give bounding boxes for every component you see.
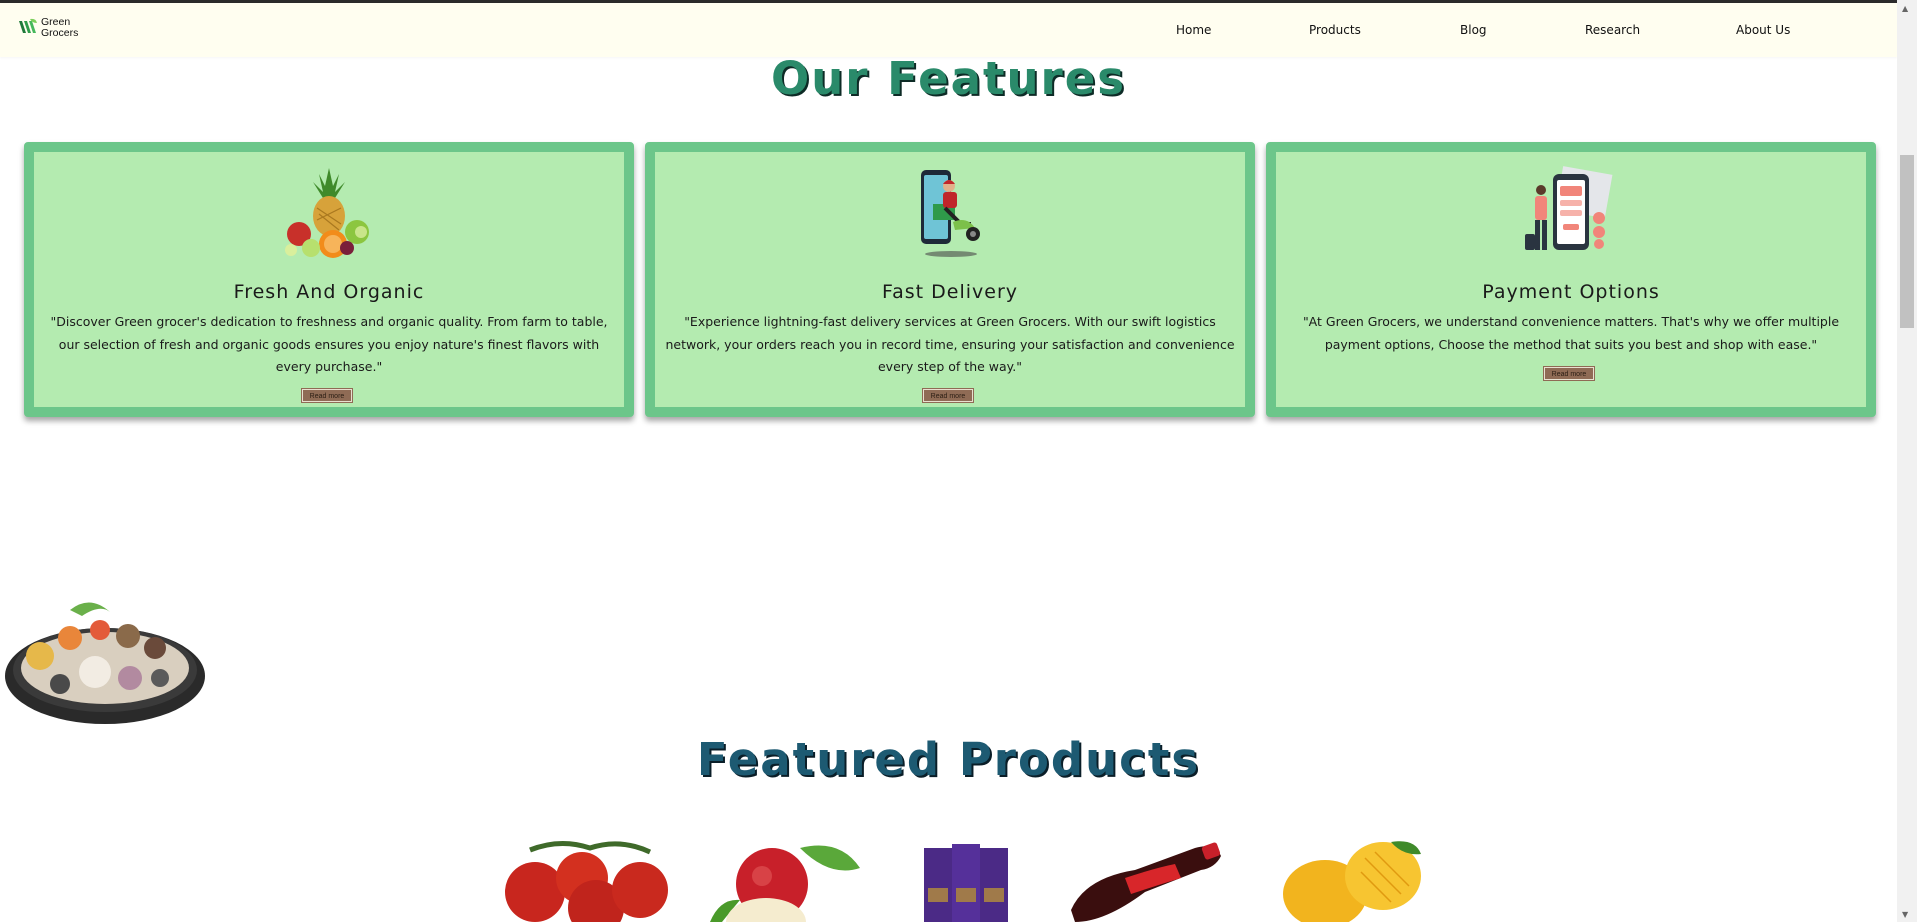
vertical-scrollbar[interactable]	[1897, 0, 1917, 922]
nav-blog[interactable]: Blog	[1460, 23, 1487, 37]
nav-research[interactable]: Research	[1585, 23, 1640, 37]
scrollbar-thumb[interactable]	[1900, 155, 1914, 328]
card-title: Fast Delivery	[881, 281, 1019, 303]
scroll-up-arrow-icon[interactable]: ▲	[1902, 4, 1908, 13]
features-heading: Our Features	[771, 52, 1126, 105]
card-icon-wrap	[1276, 164, 1866, 258]
read-more-button[interactable]: Read more	[922, 388, 974, 403]
mangoes-image	[1283, 841, 1421, 922]
read-more-button[interactable]: Read more	[1543, 366, 1595, 381]
card-description: "Discover Green grocer's dedication to f…	[50, 314, 608, 374]
mobile-payment-icon	[1525, 166, 1613, 250]
feature-card-fast-delivery: Fast Delivery "Experience lightning-fast…	[645, 142, 1255, 417]
nav-about-us[interactable]: About Us	[1736, 23, 1790, 37]
apples-image	[710, 845, 860, 922]
scroll-down-arrow-icon[interactable]: ▼	[1902, 910, 1908, 919]
seafood-hotpot-image	[5, 602, 205, 724]
leaf-logo-icon	[19, 18, 37, 33]
card-title: Fresh And Organic	[233, 281, 425, 303]
featured-products-heading: Featured Products	[696, 733, 1201, 786]
card-icon-wrap	[34, 164, 624, 258]
delivery-scooter-icon	[921, 170, 980, 257]
card-description: "Experience lightning-fast delivery serv…	[665, 314, 1235, 374]
chocolate-bars-image	[924, 844, 1008, 922]
card-title: Payment Options	[1482, 281, 1660, 303]
cola-bottle-image	[1071, 842, 1221, 922]
nav-products[interactable]: Products	[1309, 23, 1361, 37]
fruits-icon	[285, 168, 369, 258]
read-more-button[interactable]: Read more	[301, 388, 353, 403]
feature-card-fresh-organic: Fresh And Organic "Discover Green grocer…	[24, 142, 634, 417]
brand-logo[interactable]: Green Grocers	[18, 16, 88, 42]
feature-card-payment-options: Payment Options "At Green Grocers, we un…	[1266, 142, 1876, 417]
card-description: "At Green Grocers, we understand conveni…	[1302, 314, 1840, 352]
brand-name: Green Grocers	[41, 17, 78, 39]
navbar: Green Grocers Home Products Blog Researc…	[0, 3, 1897, 57]
brand-line-2: Grocers	[41, 27, 79, 39]
card-icon-wrap	[655, 164, 1245, 258]
nav-home[interactable]: Home	[1176, 23, 1211, 37]
tomatoes-image	[505, 841, 668, 922]
